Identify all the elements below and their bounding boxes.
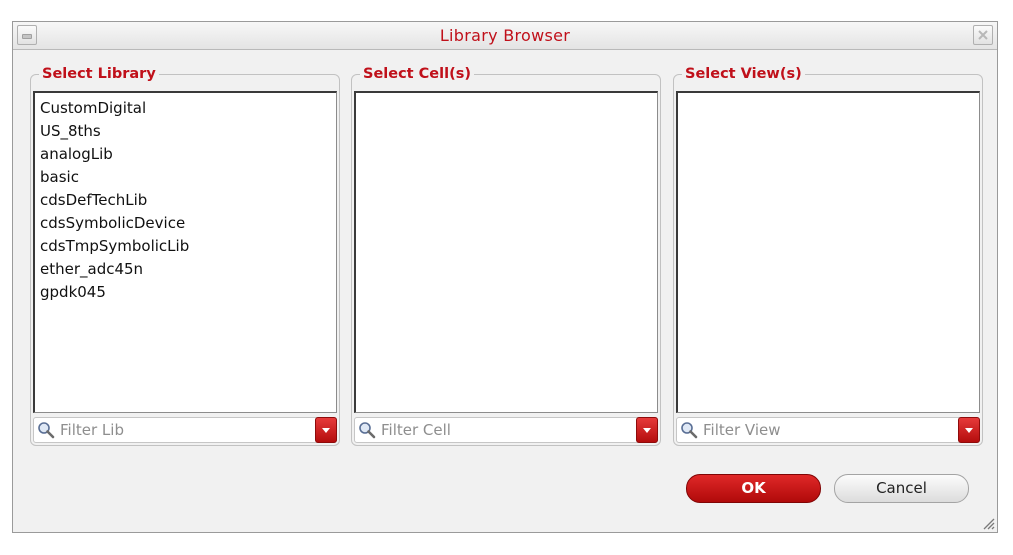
select-library-label: Select Library (39, 65, 159, 83)
library-list-item[interactable]: CustomDigital (40, 97, 336, 120)
filter-lib-dropdown-arrow-icon[interactable] (315, 417, 337, 443)
select-view-panel: Select View(s) (673, 65, 983, 446)
close-icon[interactable] (973, 25, 993, 45)
library-list-item[interactable]: cdsTmpSymbolicLib (40, 235, 336, 258)
resize-grip-icon[interactable] (981, 516, 995, 530)
library-list-item[interactable]: analogLib (40, 143, 336, 166)
library-list-item[interactable]: ether_adc45n (40, 258, 336, 281)
view-list[interactable] (676, 91, 980, 413)
window-title: Library Browser (439, 26, 571, 45)
library-browser-window: Library Browser Select Library CustomDig… (12, 21, 998, 533)
select-library-panel: Select Library CustomDigital US_8ths analo… (30, 65, 340, 446)
select-cell-panel: Select Cell(s) (351, 65, 661, 446)
library-list[interactable]: CustomDigital US_8ths analogLib basic cdsDef… (33, 91, 337, 413)
search-icon (359, 422, 376, 439)
filter-cell-field[interactable] (354, 417, 658, 443)
library-list-item[interactable]: US_8ths (40, 120, 336, 143)
library-list-item[interactable]: basic (40, 166, 336, 189)
filter-view-input[interactable] (703, 420, 943, 440)
select-cell-label: Select Cell(s) (360, 65, 474, 83)
cell-list[interactable] (354, 91, 658, 413)
cancel-button[interactable]: Cancel (834, 474, 969, 503)
filter-cell-dropdown-arrow-icon[interactable] (636, 417, 658, 443)
filter-lib-input[interactable] (60, 420, 300, 440)
filter-lib-field[interactable] (33, 417, 337, 443)
select-view-label: Select View(s) (682, 65, 805, 83)
library-list-item[interactable]: cdsDefTechLib (40, 189, 336, 212)
filter-view-field[interactable] (676, 417, 980, 443)
library-list-item[interactable]: cdsSymbolicDevice (40, 212, 336, 235)
filter-view-dropdown-arrow-icon[interactable] (958, 417, 980, 443)
search-icon (38, 422, 55, 439)
ok-button[interactable]: OK (686, 474, 821, 503)
library-list-item[interactable]: gpdk045 (40, 281, 336, 304)
title-bar[interactable]: Library Browser (13, 22, 997, 50)
search-icon (681, 422, 698, 439)
filter-cell-input[interactable] (381, 420, 621, 440)
